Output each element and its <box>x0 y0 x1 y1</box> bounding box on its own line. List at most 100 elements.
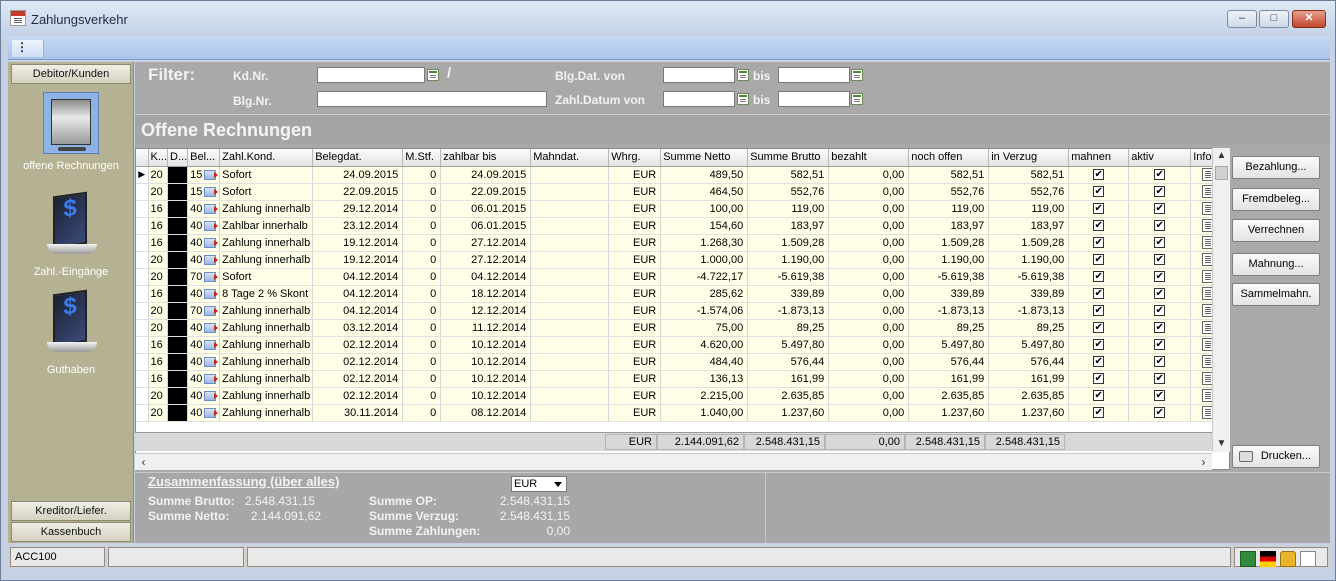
aktiv-checkbox[interactable]: ✔ <box>1154 356 1166 368</box>
aktiv-checkbox[interactable]: ✔ <box>1154 169 1166 181</box>
row-selector[interactable] <box>136 336 149 354</box>
aktiv-checkbox[interactable]: ✔ <box>1154 407 1166 419</box>
arrow-link-icon[interactable] <box>204 220 219 231</box>
arrow-link-icon[interactable] <box>204 186 219 197</box>
column-header[interactable]: Bel... <box>187 149 221 167</box>
currency-select[interactable]: EUR <box>511 476 567 492</box>
minimize-button[interactable]: – <box>1227 10 1257 28</box>
aktiv-checkbox[interactable]: ✔ <box>1154 288 1166 300</box>
lock-icon[interactable] <box>1280 551 1296 567</box>
table-row[interactable]: 20 ei 70 Sofort 04.12.2014 0 04.12.2014 EUR -4.7… <box>136 268 1226 286</box>
row-selector[interactable] <box>136 302 149 320</box>
nav-header-debitor[interactable]: Debitor/Kunden <box>11 64 131 84</box>
aktiv-checkbox[interactable]: ✔ <box>1154 237 1166 249</box>
table-row[interactable]: 16 EI 40 Zahlung innerhalb 19.12.2014 0 27.12.… <box>136 234 1226 252</box>
arrow-link-icon[interactable] <box>204 339 219 350</box>
scroll-left-icon[interactable]: ‹ <box>135 454 152 470</box>
nav-item-offene-rechnungen[interactable]: offene Rechnungen <box>8 92 134 172</box>
calendar-icon[interactable] <box>851 93 863 105</box>
mahnen-checkbox[interactable]: ✔ <box>1093 169 1105 181</box>
row-selector[interactable] <box>136 353 149 371</box>
arrow-link-icon[interactable] <box>204 254 219 265</box>
mahnen-checkbox[interactable]: ✔ <box>1093 390 1105 402</box>
zahldat-from-input[interactable] <box>663 91 735 107</box>
table-row[interactable]: 20 W: 40 Zahlung innerhalb 19.12.2014 0 27.12.… <box>136 251 1226 269</box>
arrow-link-icon[interactable] <box>204 407 219 418</box>
arrow-link-icon[interactable] <box>204 373 219 384</box>
mahnen-checkbox[interactable]: ✔ <box>1093 356 1105 368</box>
scroll-up-icon[interactable]: ▲ <box>1213 148 1230 164</box>
mahnen-checkbox[interactable]: ✔ <box>1093 220 1105 232</box>
mahnen-checkbox[interactable]: ✔ <box>1093 407 1105 419</box>
table-row[interactable]: 16 EI 40 Zahlung innerhalb 02.12.2014 0 10.12.… <box>136 336 1226 354</box>
arrow-link-icon[interactable] <box>204 288 219 299</box>
close-button[interactable]: ✕ <box>1292 10 1326 28</box>
table-row[interactable]: 20 EI 70 Zahlung innerhalb 04.12.2014 0 12.12.… <box>136 302 1226 320</box>
table-row[interactable]: 16 eu 40 Zahlbar innerhalb 23.12.2014 0 06.01.… <box>136 217 1226 235</box>
kdnr-input[interactable] <box>317 67 425 83</box>
column-header[interactable]: D... <box>167 149 189 167</box>
fremdbeleg-button[interactable]: Fremdbeleg... <box>1232 188 1320 211</box>
column-header[interactable]: Whrg. <box>608 149 662 167</box>
column-header[interactable]: Belegdat. <box>312 149 404 167</box>
blgdat-to-input[interactable] <box>778 67 850 83</box>
column-header[interactable]: bezahlt <box>828 149 910 167</box>
scroll-thumb[interactable] <box>1215 166 1228 180</box>
aktiv-checkbox[interactable]: ✔ <box>1154 271 1166 283</box>
aktiv-checkbox[interactable]: ✔ <box>1154 220 1166 232</box>
arrow-link-icon[interactable] <box>204 271 219 282</box>
nav-item-zahl-eingaenge[interactable]: $ Zahl.-Eingänge <box>8 191 134 278</box>
table-row[interactable]: 20 üc 40 Zahlung innerhalb 30.11.2014 0 08.12.… <box>136 404 1226 422</box>
mahnen-checkbox[interactable]: ✔ <box>1093 237 1105 249</box>
mahnen-checkbox[interactable]: ✔ <box>1093 254 1105 266</box>
excel-icon[interactable] <box>1240 551 1256 567</box>
calendar-icon[interactable] <box>737 69 749 81</box>
table-row[interactable]: 16 40 Zahlung innerhalb 29.12.2014 0 06.01.20… <box>136 200 1226 218</box>
scroll-down-icon[interactable]: ▼ <box>1213 436 1230 452</box>
table-row[interactable]: 20 uc 40 Zahlung innerhalb 03.12.2014 0 11.12.… <box>136 319 1226 337</box>
aktiv-checkbox[interactable]: ✔ <box>1154 339 1166 351</box>
horizontal-scrollbar[interactable]: ‹ › <box>135 453 1212 470</box>
table-row[interactable]: 20 on 15 Sofort 22.09.2015 0 22.09.2015 EUR 464,… <box>136 183 1226 201</box>
vertical-scrollbar[interactable]: ▲ ▼ <box>1212 148 1230 452</box>
aktiv-checkbox[interactable]: ✔ <box>1154 305 1166 317</box>
row-selector[interactable] <box>136 268 149 286</box>
nav-item-guthaben[interactable]: $ Guthaben <box>8 289 134 376</box>
nav-header-kreditor[interactable]: Kreditor/Liefer. <box>11 501 131 521</box>
mahnen-checkbox[interactable]: ✔ <box>1093 373 1105 385</box>
row-selector[interactable] <box>136 387 149 405</box>
zahldat-to-input[interactable] <box>778 91 850 107</box>
column-header[interactable]: zahlbar bis <box>440 149 532 167</box>
column-header[interactable]: mahnen <box>1068 149 1130 167</box>
blgdat-from-input[interactable] <box>663 67 735 83</box>
arrow-link-icon[interactable] <box>204 356 219 367</box>
bezahlung-button[interactable]: Bezahlung... <box>1232 156 1320 179</box>
row-selector[interactable]: ▶ <box>136 166 149 184</box>
row-selector[interactable] <box>136 200 149 218</box>
arrow-link-icon[interactable] <box>204 305 219 316</box>
table-row[interactable]: ▶ 20 on 15 Sofort 24.09.2015 0 24.09.2015 EUR 489… <box>136 166 1226 184</box>
mahnen-checkbox[interactable]: ✔ <box>1093 271 1105 283</box>
verrechnen-button[interactable]: Verrechnen <box>1232 219 1320 242</box>
column-header[interactable]: aktiv <box>1128 149 1192 167</box>
document-export-icon[interactable] <box>1300 551 1316 567</box>
column-header[interactable]: M.Stf. <box>402 149 442 167</box>
aktiv-checkbox[interactable]: ✔ <box>1154 390 1166 402</box>
arrow-link-icon[interactable] <box>204 203 219 214</box>
maximize-button[interactable]: □ <box>1259 10 1289 28</box>
blgnr-input[interactable] <box>317 91 547 107</box>
arrow-link-icon[interactable] <box>204 169 219 180</box>
row-selector[interactable] <box>136 234 149 252</box>
mahnen-checkbox[interactable]: ✔ <box>1093 288 1105 300</box>
row-selector[interactable] <box>136 319 149 337</box>
drucken-button[interactable]: Drucken... <box>1232 445 1320 468</box>
row-selector[interactable] <box>136 217 149 235</box>
column-header[interactable]: Summe Brutto <box>747 149 830 167</box>
aktiv-checkbox[interactable]: ✔ <box>1154 186 1166 198</box>
mahnung-button[interactable]: Mahnung... <box>1232 253 1320 276</box>
column-header[interactable]: Zahl.Kond. <box>219 149 314 167</box>
mahnen-checkbox[interactable]: ✔ <box>1093 322 1105 334</box>
toolbar-grip-icon[interactable]: ⋮ <box>12 40 44 57</box>
aktiv-checkbox[interactable]: ✔ <box>1154 373 1166 385</box>
row-selector[interactable] <box>136 285 149 303</box>
